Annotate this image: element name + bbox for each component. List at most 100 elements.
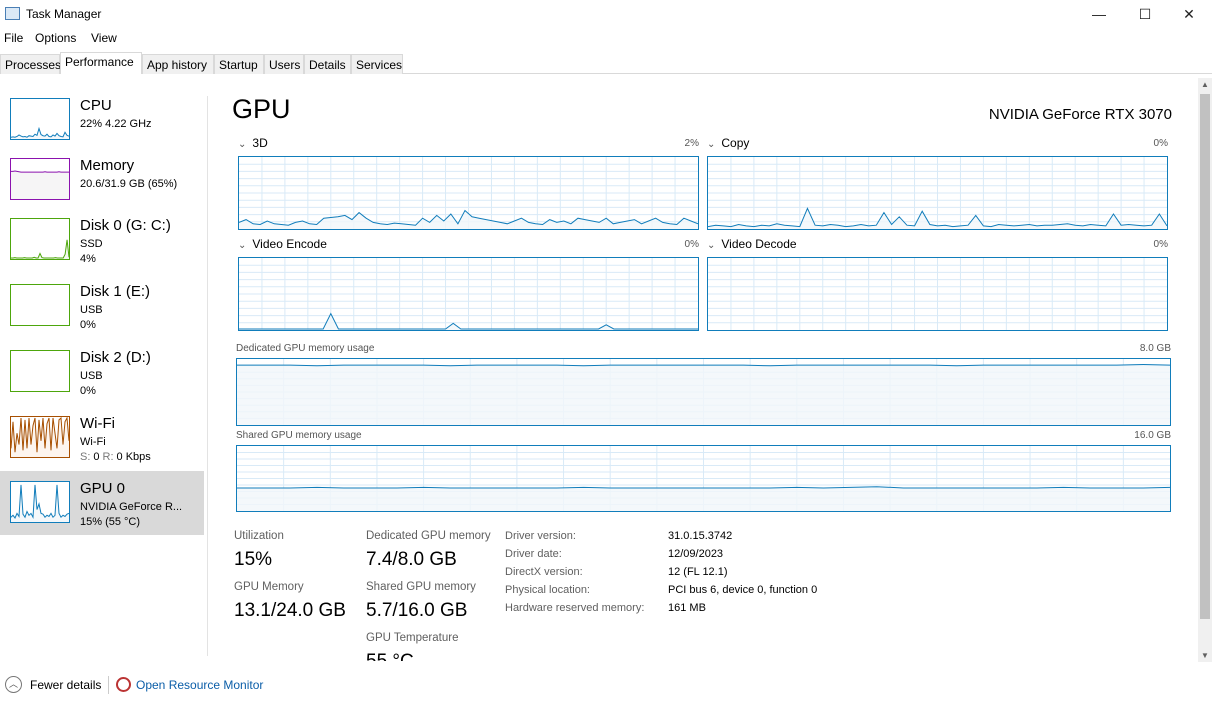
close-button[interactable]: ✕ [1166,0,1212,28]
page-title: GPU [232,94,291,124]
detail-value: 12/09/2023 [668,548,724,560]
throughput-part: S: [80,451,91,463]
graph-svg [239,157,698,229]
sidebar-item-gpu-0[interactable]: GPU 0 NVIDIA GeForce R... 15% (55 °C) [0,471,204,535]
graph-area [11,171,69,199]
graph-svg [708,258,1167,330]
menu-view[interactable]: View [91,31,117,45]
gpu-temperature-clip: 55 °C [366,651,414,661]
graph-svg [10,126,70,139]
dedicated-memory-value: 7.4/8.0 GB [366,549,457,570]
tab-bar: Processes Performance App history Startu… [0,52,1212,74]
detail-key: Physical location: [505,584,590,596]
copy-engine-selector[interactable]: ⌄ Copy [707,136,749,150]
sidebar-item-name: Disk 0 (G: C:) [80,217,171,234]
gpu-memory-value: 13.1/24.0 GB [234,600,346,621]
graph-svg [708,157,1167,229]
graph-svg [11,170,69,199]
3d-engine-selector[interactable]: ⌄ 3D [238,136,268,150]
chevron-down-icon: ⌄ [707,139,716,150]
tab-processes[interactable]: Processes [0,54,61,74]
window-title: Task Manager [26,7,102,21]
utilization-value: 15% [234,549,273,570]
fewer-details-button[interactable]: Fewer details [30,678,101,692]
graph-svg [11,351,69,391]
tab-details[interactable]: Details [304,54,351,74]
sidebar-item-detail: 22% 4.22 GHz [80,118,152,130]
sidebar-item-memory[interactable]: Memory 20.6/31.9 GB (65%) [0,148,204,212]
shared-memory-graph-max: 16.0 GB [1134,430,1171,441]
copy-percent: 0% [1153,138,1168,149]
chevron-up-icon[interactable]: ︿ [5,676,22,693]
engine-label: Video Encode [252,237,327,251]
throughput-part: R: [102,451,114,463]
sidebar-thumbnail-graph [10,98,70,140]
graph-svg [237,446,1170,511]
sidebar-thumbnail-graph [10,218,70,260]
graph-line [237,363,1170,367]
sidebar-item-disk-2-d[interactable]: Disk 2 (D:) USB 0% [0,340,204,404]
sidebar-item-name: Memory [80,157,135,174]
maximize-button[interactable]: ☐ [1122,0,1168,28]
graph-svg [11,285,69,325]
graph-svg [10,484,70,522]
sidebar-item-disk-0-g-c[interactable]: Disk 0 (G: C:) SSD 4% [0,208,204,272]
sidebar-thumbnail-graph [10,350,70,392]
scroll-up-icon[interactable]: ▲ [1201,80,1209,89]
dedicated-memory-label: Dedicated GPU memory [366,530,491,542]
tab-users[interactable]: Users [264,54,304,74]
divider [207,96,208,656]
sidebar-item-cpu[interactable]: CPU 22% 4.22 GHz [0,88,204,152]
detail-key: Driver version: [505,530,576,542]
3d-percent: 2% [684,138,699,149]
tab-services[interactable]: Services [351,54,403,74]
sidebar-item-name: GPU 0 [80,480,126,497]
menu-file[interactable]: File [4,31,23,45]
utilization-label: Utilization [234,530,284,542]
graph-area [11,239,69,259]
detail-value: 12 (FL 12.1) [668,566,728,578]
resource-monitor-icon [116,677,131,692]
dedicated-memory-graph-max: 8.0 GB [1139,343,1171,354]
tab-startup[interactable]: Startup [214,54,264,74]
copy-graph [707,156,1168,230]
menu-options[interactable]: Options [35,31,76,45]
video-decode-graph [707,257,1168,331]
open-resource-monitor-link[interactable]: Open Resource Monitor [136,678,263,692]
tab-app-history[interactable]: App history [142,54,214,74]
sidebar-item-detail: NVIDIA GeForce R... [80,501,183,513]
sidebar-item-name: Disk 1 (E:) [80,283,151,300]
engine-label: Copy [721,136,750,150]
scroll-down-icon[interactable]: ▼ [1201,651,1209,660]
gpu-model-name: NVIDIA GeForce RTX 3070 [988,106,1172,123]
sidebar-item-disk-1-e[interactable]: Disk 1 (E:) USB 0% [0,274,204,338]
task-manager-icon [5,7,20,20]
graph-svg [239,258,698,330]
graph-svg [10,416,70,457]
sidebar-item-detail: USB [80,304,103,316]
video-decode-engine-selector[interactable]: ⌄ Video Decode [707,237,797,251]
video-encode-graph [238,257,699,331]
minimize-button[interactable]: — [1076,0,1122,28]
sidebar-item-name: CPU [80,97,112,114]
scrollbar-thumb[interactable] [1200,94,1210,619]
throughput-part: 0 [93,451,100,463]
footer-divider [108,676,109,694]
chevron-down-icon: ⌄ [238,240,247,251]
video-encode-percent: 0% [684,239,699,250]
sidebar-thumbnail-graph [10,158,70,200]
sidebar-item-usage: 15% (55 °C) [80,516,141,528]
detail-key: Driver date: [505,548,562,560]
tab-performance[interactable]: Performance [60,52,142,74]
chevron-down-icon: ⌄ [238,139,247,150]
sidebar-item-name: Wi-Fi [80,415,115,432]
dedicated-memory-graph-label: Dedicated GPU memory usage [236,343,375,354]
gpu-memory-label: GPU Memory [234,581,304,593]
dedicated-memory-graph [236,358,1171,426]
graph-line [11,170,69,173]
video-encode-engine-selector[interactable]: ⌄ Video Encode [238,237,327,251]
sidebar-item-wi-fi[interactable]: Wi-Fi Wi-Fi S: 0 R: 0 Kbps [0,406,204,470]
shared-memory-graph-label: Shared GPU memory usage [236,430,362,441]
detail-value: 161 MB [668,602,706,614]
sidebar-thumbnail-graph [10,284,70,326]
